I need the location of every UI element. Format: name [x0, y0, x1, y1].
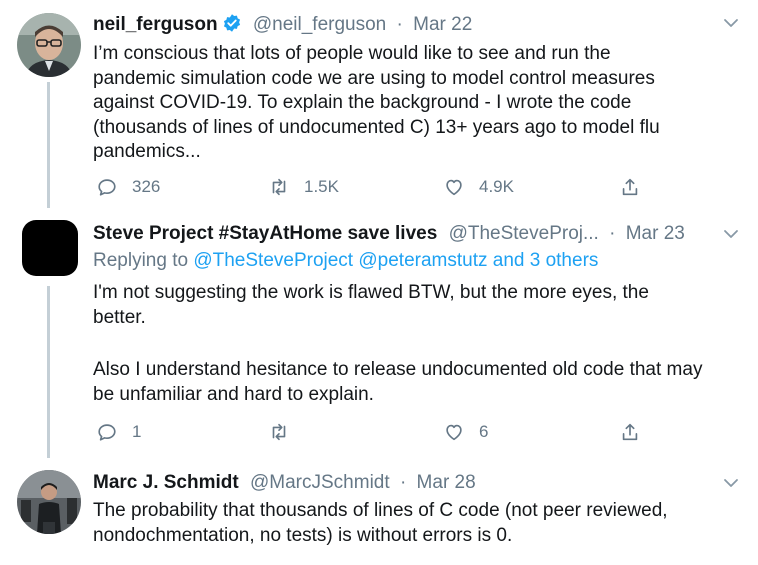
- share-icon: [622, 178, 638, 196]
- tweet-line: [93, 330, 702, 358]
- tweet-line: (thousands of lines of undocumented C) 1…: [93, 116, 660, 138]
- author-name[interactable]: neil_ferguson: [93, 14, 218, 35]
- tweet-line: be unfamiliar and hard to explain.: [93, 383, 374, 405]
- verified-badge-icon: [222, 13, 242, 40]
- tweet-neil-ferguson[interactable]: neil_ferguson @neil_ferguson · Mar 22 I’…: [0, 0, 758, 205]
- reply-icon: [98, 179, 116, 196]
- separator: ·: [396, 14, 403, 35]
- tweet-date[interactable]: Mar 23: [626, 223, 685, 244]
- heart-icon: [446, 179, 462, 196]
- tweet-line: The probability that thousands of lines …: [93, 500, 668, 521]
- author-name[interactable]: Marc J. Schmidt: [93, 472, 239, 493]
- heart-icon: [446, 424, 462, 441]
- tweet-date[interactable]: Mar 22: [413, 14, 472, 35]
- tweet-line: better.: [93, 306, 146, 328]
- avatar[interactable]: [22, 220, 78, 276]
- tweet-header: neil_ferguson @neil_ferguson · Mar 22: [93, 13, 472, 37]
- reply-button[interactable]: 1: [96, 420, 141, 444]
- tweet-date[interactable]: Mar 28: [417, 472, 476, 493]
- reply-icon: [98, 424, 116, 441]
- replying-to-users[interactable]: @TheSteveProject @peteramstutz and 3 oth…: [193, 250, 598, 271]
- share-button[interactable]: [619, 175, 641, 199]
- tweet-line: nondochmentation, no tests) is without e…: [93, 524, 513, 546]
- like-count: 4.9K: [479, 177, 514, 196]
- retweet-icon: [272, 423, 286, 441]
- author-name[interactable]: Steve Project #StayAtHome save lives: [93, 223, 437, 244]
- like-button[interactable]: 6: [443, 420, 488, 444]
- replying-to: Replying to @TheSteveProject @peteramstu…: [93, 249, 598, 273]
- tweet-line: Also I understand hesitance to release u…: [93, 359, 703, 380]
- author-handle[interactable]: @MarcJSchmidt: [250, 472, 390, 493]
- avatar[interactable]: [17, 13, 81, 77]
- retweet-count: 1.5K: [304, 177, 339, 196]
- avatar[interactable]: [17, 470, 81, 534]
- like-count: 6: [479, 422, 489, 441]
- tweet-line: pandemics...: [93, 141, 201, 162]
- tweet-marc-schmidt[interactable]: Marc J. Schmidt @MarcJSchmidt · Mar 28 T…: [0, 460, 758, 565]
- tweet-steve-project[interactable]: Steve Project #StayAtHome save lives @Th…: [0, 205, 758, 460]
- separator: ·: [609, 223, 616, 244]
- reply-button[interactable]: 326: [96, 175, 160, 199]
- tweet-line: I'm not suggesting the work is flawed BT…: [93, 282, 649, 303]
- retweet-button[interactable]: [268, 420, 304, 444]
- reply-count: 326: [132, 177, 161, 196]
- separator: ·: [399, 472, 407, 493]
- reply-count: 1: [132, 422, 142, 441]
- replying-to-prefix: Replying to: [93, 250, 189, 271]
- share-button[interactable]: [619, 420, 641, 444]
- tweet-header: Steve Project #StayAtHome save lives @Th…: [93, 222, 685, 246]
- tweet-text: I’m conscious that lots of people would …: [93, 42, 660, 165]
- tweet-line: pandemic simulation code we are using to…: [93, 67, 655, 89]
- like-button[interactable]: 4.9K: [443, 175, 514, 199]
- tweet-header: Marc J. Schmidt @MarcJSchmidt · Mar 28: [93, 471, 476, 495]
- retweet-icon: [272, 178, 286, 196]
- author-handle[interactable]: @TheSteveProj...: [449, 223, 599, 244]
- retweet-button[interactable]: 1.5K: [268, 175, 339, 199]
- author-handle[interactable]: @neil_ferguson: [253, 14, 386, 35]
- chevron-down-icon[interactable]: [723, 15, 739, 31]
- chevron-down-icon[interactable]: [723, 475, 739, 491]
- tweet-line: I’m conscious that lots of people would …: [93, 43, 611, 64]
- chevron-down-icon[interactable]: [723, 226, 739, 242]
- tweet-text: I'm not suggesting the work is flawed BT…: [93, 281, 702, 407]
- share-icon: [622, 423, 638, 441]
- tweet-line: against COVID-19. To explain the backgro…: [93, 92, 632, 113]
- tweet-text: The probability that thousands of lines …: [93, 499, 668, 548]
